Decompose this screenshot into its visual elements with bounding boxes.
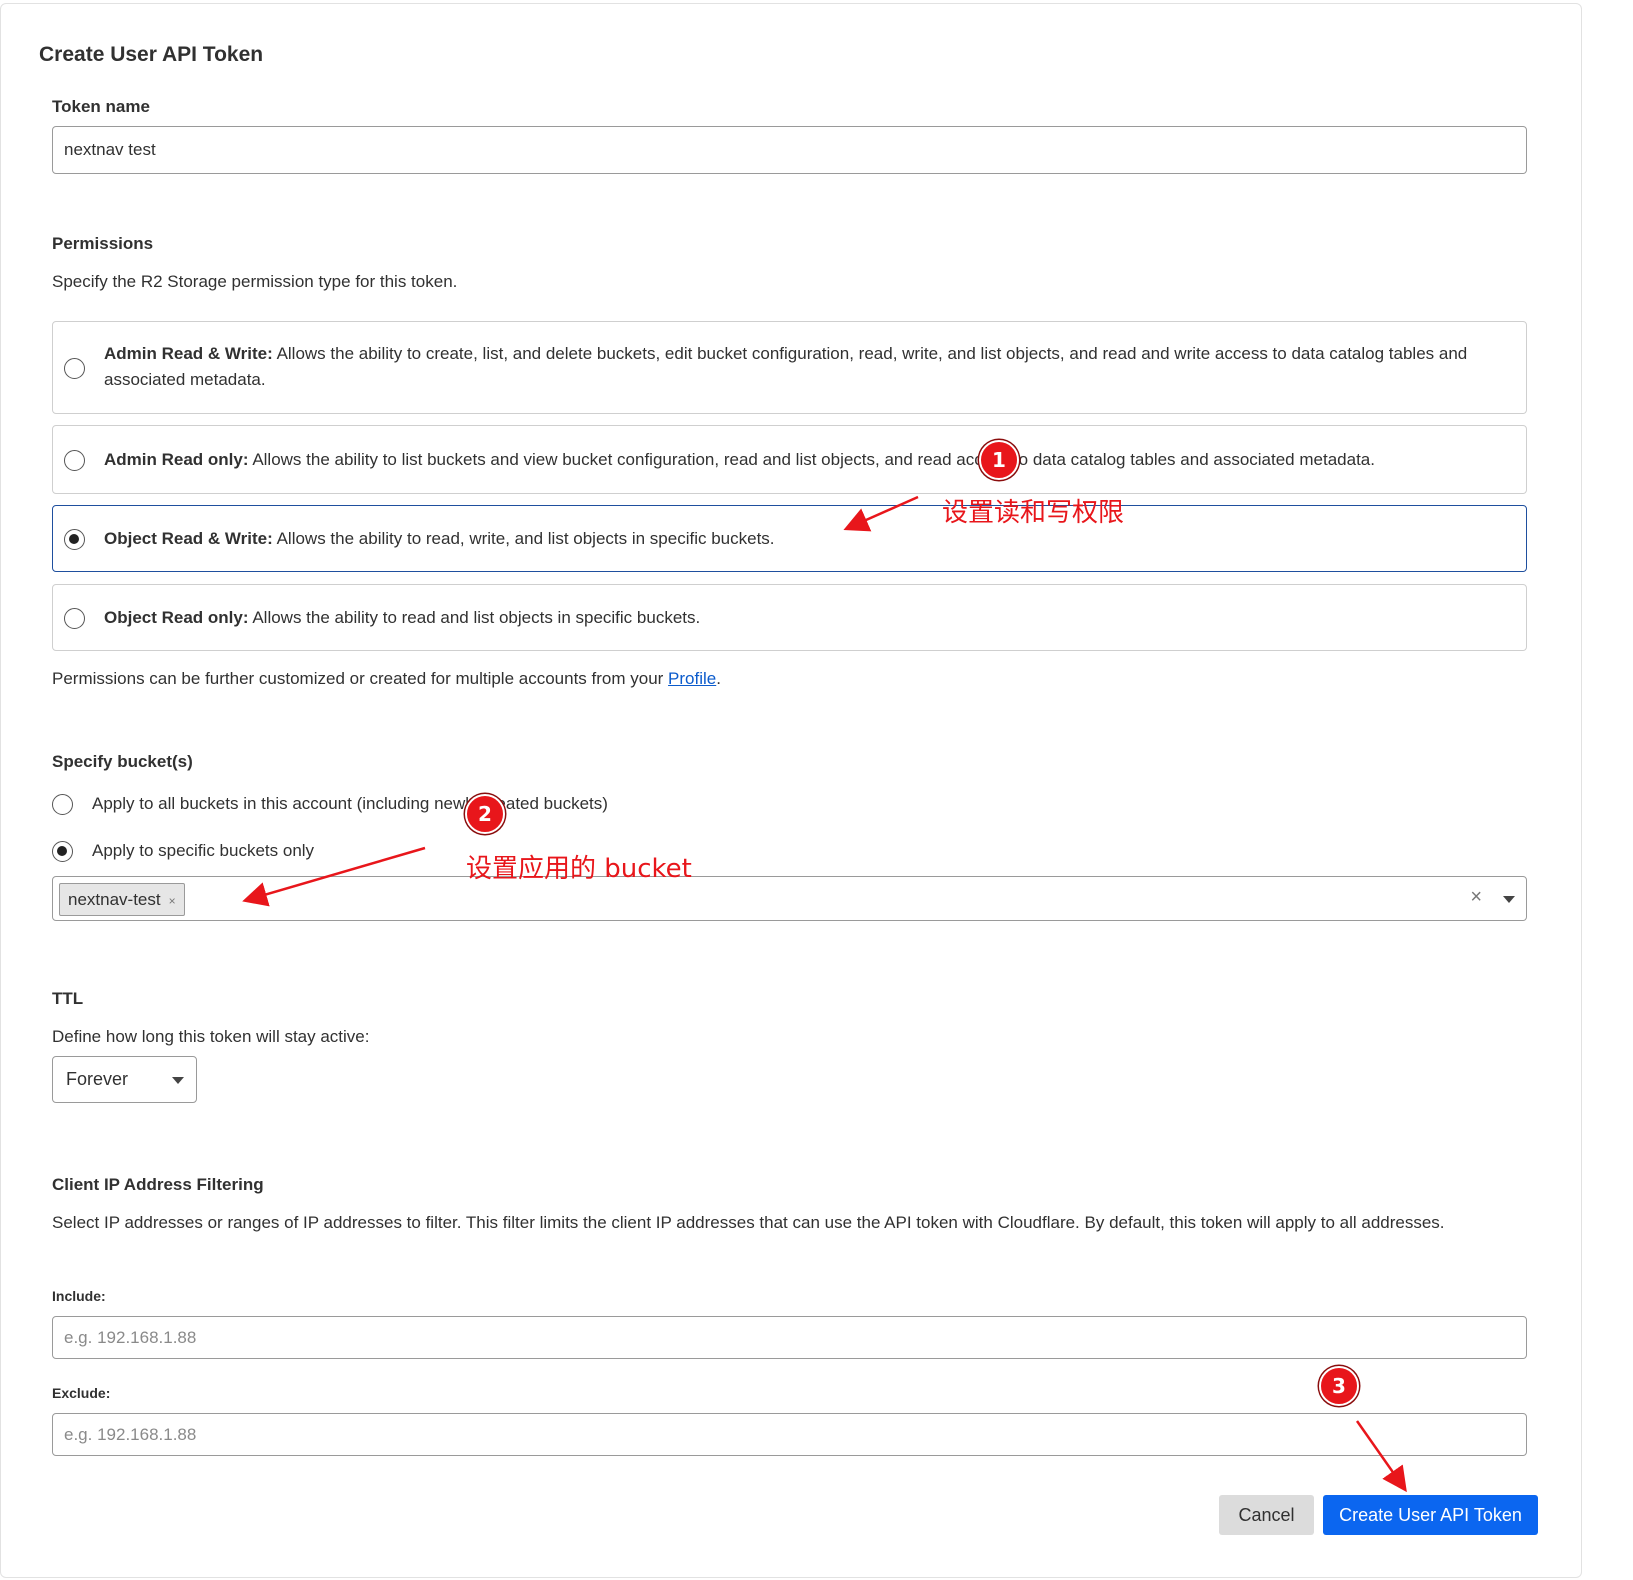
token-name-label: Token name bbox=[52, 97, 150, 116]
permission-text: Allows the ability to create, list, and … bbox=[104, 344, 1468, 389]
radio-admin-read-only[interactable] bbox=[64, 449, 85, 471]
permission-option-admin-read-only[interactable]: Admin Read only: Allows the ability to l… bbox=[52, 425, 1527, 494]
bucket-multiselect[interactable]: nextnav-test × × bbox=[52, 876, 1527, 921]
radio-object-read-write[interactable] bbox=[64, 528, 85, 550]
radio-all-buckets[interactable] bbox=[52, 794, 73, 815]
specific-buckets-option-label: Apply to specific buckets only bbox=[92, 841, 315, 860]
permission-text: Allows the ability to read and list obje… bbox=[252, 608, 701, 627]
ttl-description: Define how long this token will stay act… bbox=[52, 1027, 370, 1046]
ttl-label: TTL bbox=[52, 989, 84, 1008]
token-name-input[interactable] bbox=[52, 126, 1527, 174]
ip-filtering-label: Client IP Address Filtering bbox=[52, 1175, 264, 1194]
permissions-footnote: Permissions can be further customized or… bbox=[52, 669, 721, 688]
profile-link[interactable]: Profile bbox=[668, 669, 716, 688]
exclude-label: Exclude: bbox=[52, 1385, 111, 1401]
bucket-chip: nextnav-test × bbox=[59, 883, 185, 916]
chevron-down-icon[interactable] bbox=[1503, 896, 1515, 903]
permission-title: Admin Read & Write: bbox=[104, 344, 273, 363]
permission-title: Object Read only: bbox=[104, 608, 249, 627]
permission-text: Allows the ability to read, write, and l… bbox=[276, 529, 775, 548]
radio-specific-buckets[interactable] bbox=[52, 841, 73, 862]
permissions-label: Permissions bbox=[52, 234, 154, 253]
radio-object-read-only[interactable] bbox=[64, 607, 85, 629]
chevron-down-icon bbox=[172, 1077, 184, 1084]
page-title: Create User API Token bbox=[39, 43, 264, 66]
exclude-ip-input[interactable] bbox=[52, 1413, 1527, 1456]
permission-text: Allows the ability to list buckets and v… bbox=[252, 450, 1375, 469]
ip-filtering-description: Select IP addresses or ranges of IP addr… bbox=[52, 1213, 1445, 1232]
cancel-button[interactable]: Cancel bbox=[1219, 1495, 1314, 1535]
ttl-value: Forever bbox=[66, 1069, 129, 1089]
include-label: Include: bbox=[52, 1288, 106, 1304]
buckets-label: Specify bucket(s) bbox=[52, 752, 193, 771]
annotation-badge-2: 2 bbox=[465, 794, 505, 834]
ttl-select[interactable]: Forever bbox=[52, 1056, 197, 1103]
clear-icon[interactable]: × bbox=[1470, 886, 1482, 909]
all-buckets-option-label: Apply to all buckets in this account (in… bbox=[92, 794, 608, 813]
chip-remove-icon[interactable]: × bbox=[169, 894, 176, 908]
permission-option-admin-read-write[interactable]: Admin Read & Write: Allows the ability t… bbox=[52, 321, 1527, 414]
permission-title: Object Read & Write: bbox=[104, 529, 273, 548]
permission-option-object-read-only[interactable]: Object Read only: Allows the ability to … bbox=[52, 584, 1527, 651]
include-ip-input[interactable] bbox=[52, 1316, 1527, 1359]
permission-title: Admin Read only: bbox=[104, 450, 249, 469]
annotation-note-1: 设置读和写权限 bbox=[942, 498, 1125, 528]
permission-option-object-read-write[interactable]: Object Read & Write: Allows the ability … bbox=[52, 505, 1527, 572]
annotation-note-2: 设置应用的 bucket bbox=[466, 854, 692, 884]
annotation-badge-3: 3 bbox=[1319, 1366, 1359, 1406]
create-token-button[interactable]: Create User API Token bbox=[1323, 1495, 1538, 1535]
radio-admin-read-write[interactable] bbox=[64, 357, 85, 379]
permissions-description: Specify the R2 Storage permission type f… bbox=[52, 272, 458, 291]
annotation-badge-1: 1 bbox=[979, 440, 1019, 480]
